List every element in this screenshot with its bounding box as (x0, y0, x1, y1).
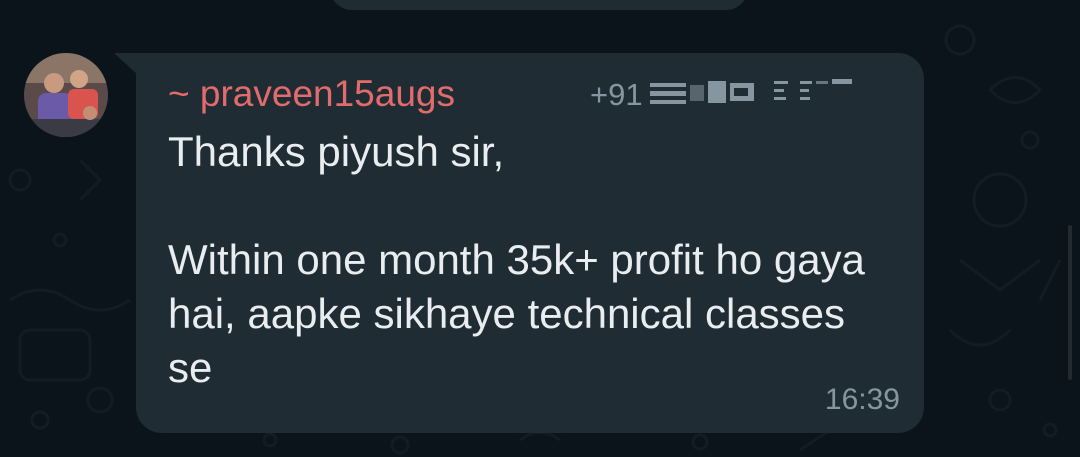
message-text: Thanks piyush sir, Within one month 35k+… (168, 128, 865, 391)
message-bubble[interactable]: ~ praveen15augs +91 Thanks piyush sir, W… (136, 53, 924, 433)
sender-avatar[interactable] (24, 53, 108, 137)
phone-number-blur (650, 79, 852, 104)
avatar-photo (24, 53, 108, 137)
message-timestamp: 16:39 (824, 383, 900, 416)
scrollbar-thumb[interactable] (1068, 225, 1072, 380)
bubble-tail (114, 53, 138, 75)
previous-message-bubble (330, 0, 748, 10)
sender-phone: +91 (590, 77, 643, 112)
sender-name[interactable]: ~ praveen15augs (168, 73, 455, 115)
